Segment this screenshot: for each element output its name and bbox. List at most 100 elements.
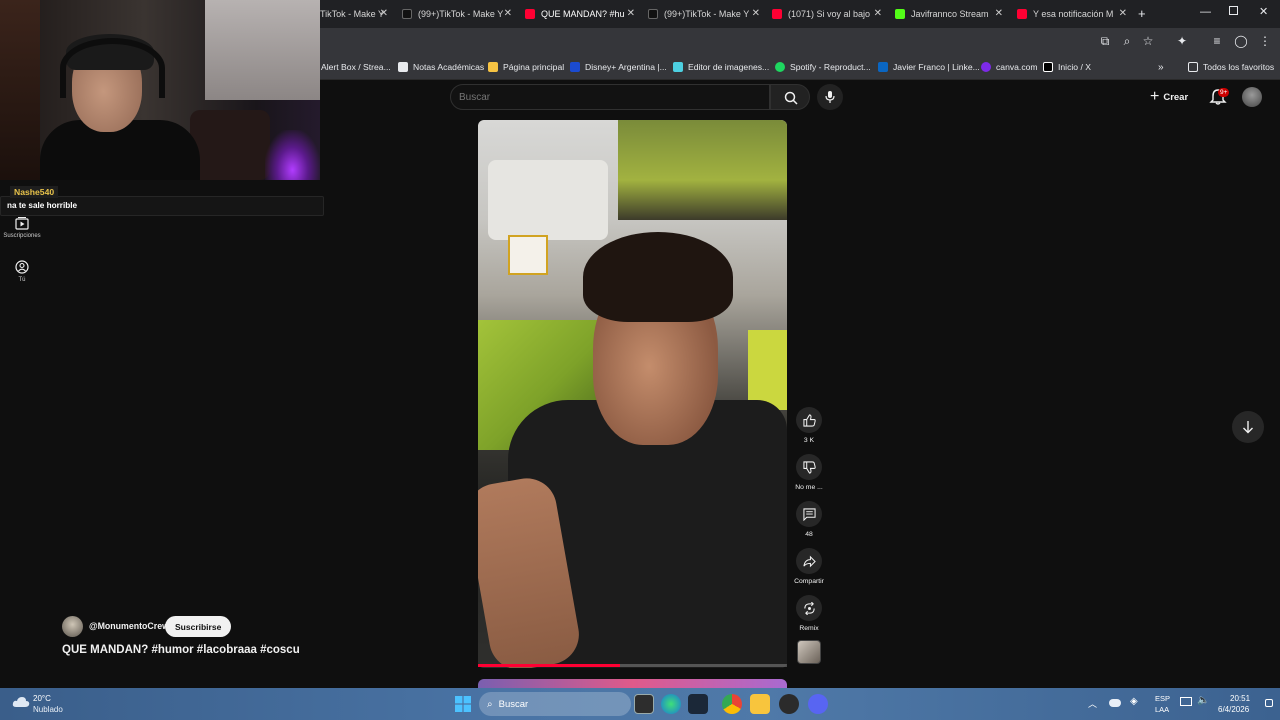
guide-label: Suscripciones [3,233,41,239]
next-video-button[interactable] [1232,411,1264,443]
all-bookmarks-folder[interactable]: Todos los favoritos [1188,60,1274,74]
bookmark-item[interactable]: Disney+ Argentina |... [570,60,667,74]
extensions-icon[interactable]: ✦ [1175,34,1189,48]
channel-name[interactable]: @MonumentoCrew [89,621,169,631]
all-bookmarks-label: Todos los favoritos [1203,62,1275,72]
dislike-circle [796,454,822,480]
chevron-up-icon[interactable]: ︿ [1088,697,1097,710]
media-controls-icon[interactable]: ≡ [1210,34,1224,48]
zoom-icon[interactable]: ⌕ [1120,34,1134,48]
tab-title: (99+)TikTok - Make Y [664,9,750,19]
video-scene-sunroof [618,120,787,220]
thumbs-up-icon [802,413,816,427]
subscriptions-icon [15,217,29,230]
search-icon [784,91,798,105]
bookmark-star-icon[interactable]: ☆ [1141,34,1155,48]
chrome-icon[interactable] [722,694,742,714]
tab-title: QUE MANDAN? #hu [541,9,625,19]
notification-center-icon[interactable] [1265,699,1273,707]
close-tab-icon[interactable]: ✕ [995,8,1003,19]
clock-date[interactable]: 6/4/2026 [1218,705,1249,714]
close-tab-icon[interactable]: ✕ [874,8,882,19]
minimize-icon[interactable]: — [1200,6,1211,18]
guide-item-you[interactable]: Tú [0,260,44,283]
bookmark-item[interactable]: Javier Franco | Linke... [878,60,980,74]
arrow-down-icon [1243,421,1253,434]
tab-title: (1071) Si voy al bajo [788,9,871,19]
more-bookmarks-icon[interactable]: » [1158,60,1164,74]
shorts-video-player[interactable] [478,120,787,668]
guide-item-subscriptions[interactable]: Suscripciones [0,216,44,239]
color-picker-icon[interactable]: ◈ [1130,696,1138,707]
share-button[interactable]: Compartir [793,548,825,585]
bookmark-item[interactable]: canva.com [981,60,1038,74]
weather-temperature: 20°C [33,694,51,703]
browser-tab[interactable]: (99+)TikTok - Make Y ✕ [402,4,512,24]
clock-time[interactable]: 20:51 [1230,694,1250,703]
bookmark-item[interactable]: Inicio / X [1043,60,1091,74]
profile-icon[interactable]: ◯ [1234,34,1248,48]
like-count: 3 K [803,437,815,444]
chat-username: Nashe540 [10,186,59,198]
close-tab-icon[interactable]: ✕ [380,8,388,19]
close-tab-icon[interactable]: ✕ [752,8,760,19]
browser-tab-active[interactable]: QUE MANDAN? #hu ✕ [525,4,635,24]
create-button[interactable]: + Crear [1150,87,1188,107]
bookmark-item[interactable]: Alert Box / Strea... [321,60,391,74]
restore-icon[interactable] [1229,6,1238,15]
remix-button[interactable]: Remix [793,595,825,632]
close-tab-icon[interactable]: ✕ [504,8,512,19]
browser-tab[interactable]: (99+)TikTok - Make Y ✕ [648,4,760,24]
browser-tab[interactable]: TikTok - Make Y ✕ [320,4,388,24]
sound-thumbnail[interactable] [797,640,821,664]
taskbar-search[interactable]: ⌕ Buscar [479,692,631,716]
search-input[interactable] [459,90,759,104]
bookmark-item[interactable]: Spotify - Reproduct... [775,60,871,74]
you-icon [15,260,29,274]
onedrive-icon[interactable] [1109,699,1121,707]
steam-icon[interactable] [688,694,708,714]
bookmark-label: Alert Box / Strea... [321,62,391,72]
share-circle [796,548,822,574]
obs-icon[interactable] [779,694,799,714]
channel-avatar[interactable] [62,616,83,637]
discord-icon[interactable] [808,694,828,714]
bookmark-item[interactable]: Notas Académicas [398,60,484,74]
browser-tab[interactable]: Javifrannco Stream ✕ [895,4,1003,24]
windows-start-icon[interactable] [455,696,471,712]
like-button[interactable]: 3 K [793,407,825,444]
edge-icon[interactable] [661,694,681,714]
bookmark-item[interactable]: Editor de imagenes... [673,60,769,74]
keyboard-layout[interactable]: LAA [1155,705,1169,714]
volume-icon[interactable]: 🔈 [1197,695,1209,706]
disney-icon [570,62,580,72]
subscribe-button[interactable]: Suscribirse [165,616,232,637]
like-circle [796,407,822,433]
close-tab-icon[interactable]: ✕ [1119,8,1127,19]
comments-button[interactable]: 48 [793,501,825,538]
bookmark-label: Inicio / X [1058,62,1091,72]
chat-message: na te sale horrible [0,196,324,216]
close-window-icon[interactable]: ✕ [1259,5,1268,18]
account-avatar[interactable] [1242,87,1262,107]
cloud-icon[interactable] [12,695,30,709]
file-explorer-icon[interactable] [750,694,770,714]
task-view-icon[interactable] [634,694,654,714]
thumbs-down-icon [802,460,816,474]
browser-tab[interactable]: (1071) Si voy al bajo ✕ [772,4,882,24]
close-tab-icon[interactable]: ✕ [627,8,635,19]
bookmark-item[interactable]: Página principal [488,60,564,74]
voice-search-button[interactable] [817,84,843,110]
dislike-button[interactable]: No me ... [793,454,825,491]
weather-description: Nublado [33,705,63,714]
install-app-icon[interactable]: ⧉ [1098,34,1112,48]
browser-tab[interactable]: Y esa notificación M ✕ [1017,4,1127,24]
new-tab-icon[interactable]: + [1138,6,1146,21]
search-button[interactable] [770,84,810,110]
network-icon[interactable] [1180,697,1192,706]
video-title[interactable]: QUE MANDAN? #humor #lacobraaa #coscu [62,644,300,656]
bookmark-label: Notas Académicas [413,62,485,72]
input-language[interactable]: ESP [1155,694,1170,703]
menu-icon[interactable]: ⋮ [1258,34,1272,48]
search-icon: ⌕ [487,698,493,710]
